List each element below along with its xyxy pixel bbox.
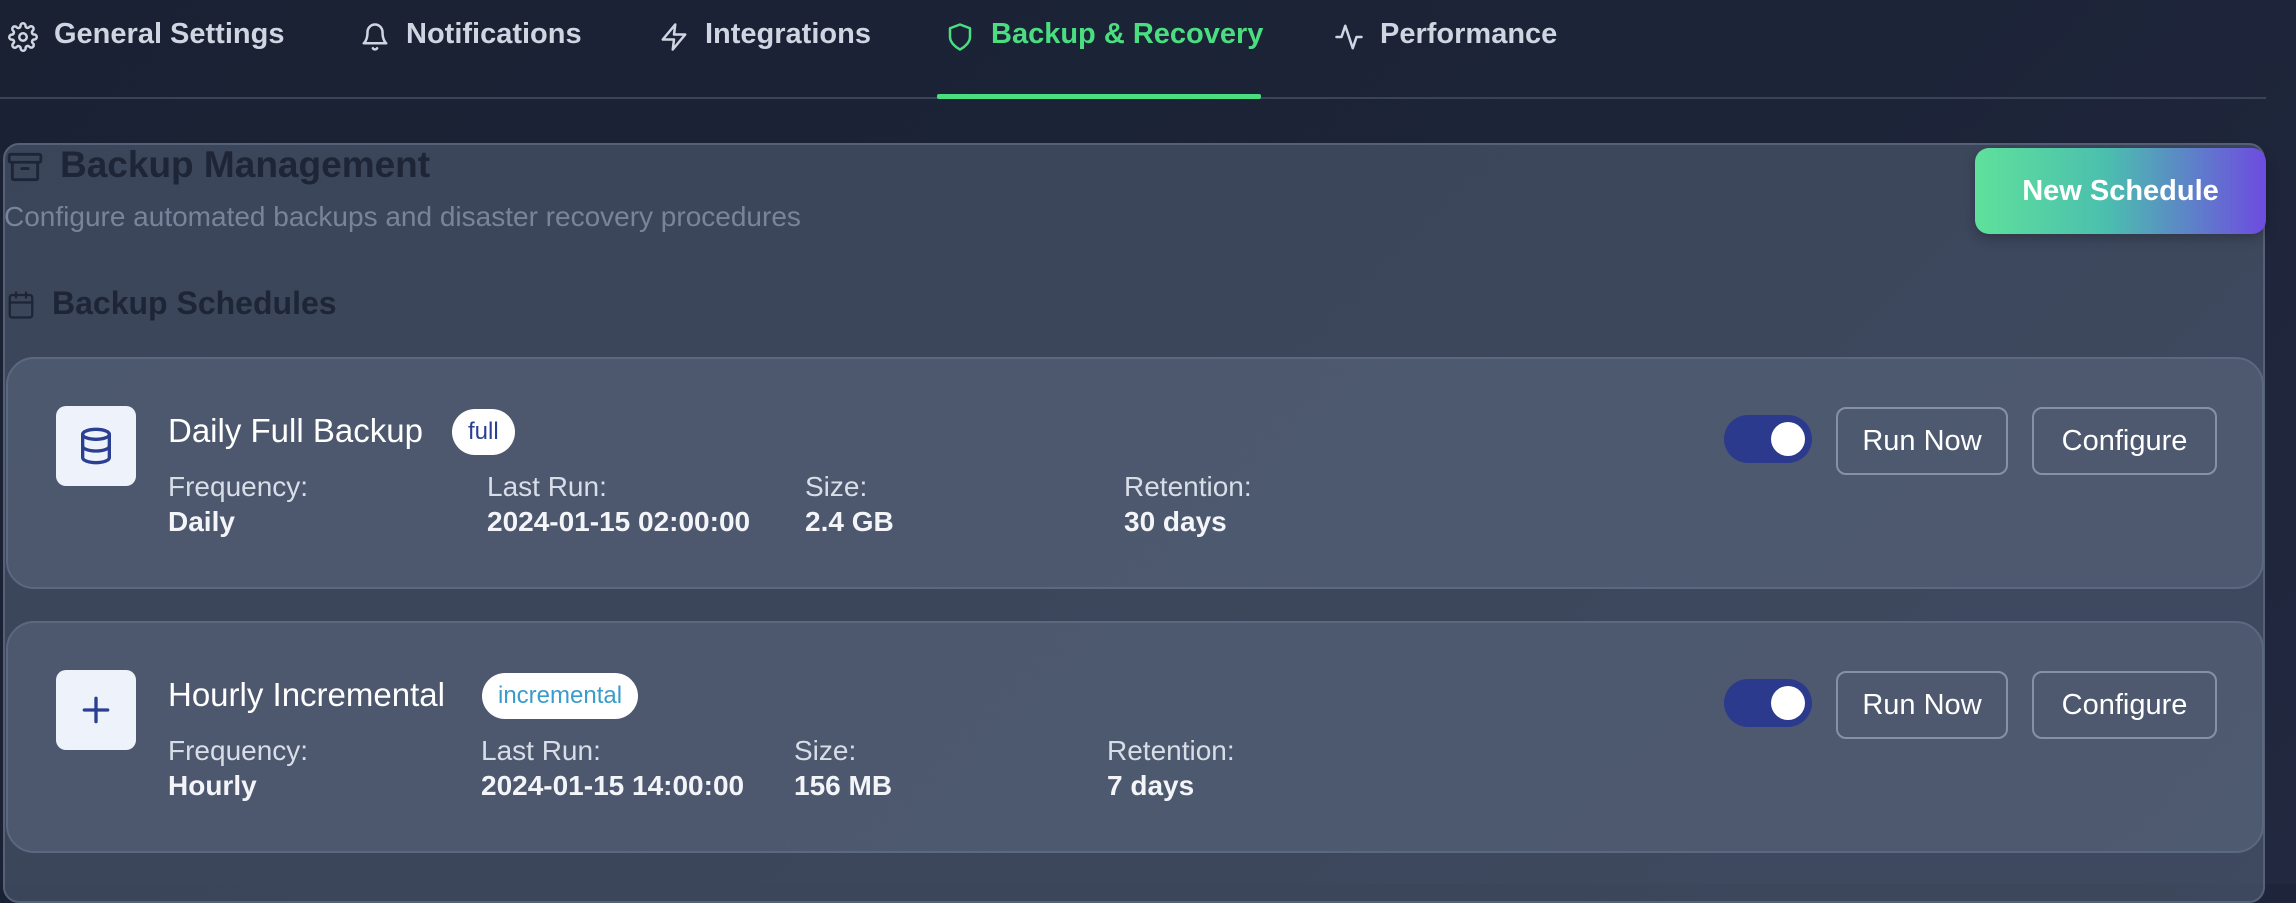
tab-label: General Settings xyxy=(54,18,285,50)
schedule-card-daily-full: Daily Full Backup full Frequency: Daily … xyxy=(6,357,2264,589)
archive-icon xyxy=(6,148,44,186)
last-run-label: Last Run: xyxy=(481,735,601,766)
tab-label: Integrations xyxy=(705,18,871,50)
tab-label: Performance xyxy=(1380,18,1558,50)
retention-value: 7 days xyxy=(1107,770,1195,801)
toggle-knob xyxy=(1771,686,1805,720)
size-value: 156 MB xyxy=(794,770,893,801)
active-tab-indicator xyxy=(937,94,1261,99)
settings-tabs: General Settings Notifications Integrati… xyxy=(0,0,2266,99)
database-icon xyxy=(56,406,136,486)
frequency-label: Frequency: xyxy=(168,735,309,766)
last-run-value: 2024-01-15 14:00:00 xyxy=(481,770,745,801)
frequency-value: Daily xyxy=(168,506,235,537)
tab-label: Backup & Recovery xyxy=(991,18,1264,50)
configure-button[interactable]: Configure xyxy=(2032,671,2217,739)
page-subtitle: Configure automated backups and disaster… xyxy=(4,201,801,232)
frequency-label: Frequency: xyxy=(168,471,309,502)
schedule-name: Hourly Incremental xyxy=(168,676,445,713)
retention-value: 30 days xyxy=(1124,506,1227,537)
backup-type-badge: full xyxy=(452,409,515,455)
plus-icon xyxy=(56,670,136,750)
new-schedule-button[interactable]: New Schedule xyxy=(1975,148,2266,234)
tab-general-settings[interactable]: General Settings xyxy=(8,0,284,97)
last-run-label: Last Run: xyxy=(487,471,607,502)
last-run-value: 2024-01-15 02:00:00 xyxy=(487,506,751,537)
size-label: Size: xyxy=(794,735,857,766)
toggle-knob xyxy=(1771,422,1805,456)
configure-button[interactable]: Configure xyxy=(2032,407,2217,475)
tab-notifications[interactable]: Notifications xyxy=(360,0,582,97)
shield-icon xyxy=(945,22,975,52)
schedule-name: Daily Full Backup xyxy=(168,412,423,449)
lightning-icon xyxy=(659,22,689,52)
schedule-enabled-toggle[interactable] xyxy=(1724,679,1812,727)
frequency-value: Hourly xyxy=(168,770,257,801)
page-title: Backup Management xyxy=(60,144,431,185)
tab-integrations[interactable]: Integrations xyxy=(659,0,871,97)
tab-label: Notifications xyxy=(406,18,582,50)
schedule-enabled-toggle[interactable] xyxy=(1724,415,1812,463)
backup-type-badge: incremental xyxy=(482,673,639,719)
schedule-card-hourly-incremental: Hourly Incremental incremental Frequency… xyxy=(6,621,2264,853)
section-title: Backup Schedules xyxy=(52,285,337,321)
retention-label: Retention: xyxy=(1124,471,1252,502)
size-value: 2.4 GB xyxy=(805,506,894,537)
calendar-icon xyxy=(6,290,36,320)
bell-icon xyxy=(360,22,390,52)
tab-backup-recovery[interactable]: Backup & Recovery xyxy=(937,0,1264,99)
size-label: Size: xyxy=(805,471,868,502)
run-now-button[interactable]: Run Now xyxy=(1836,671,2008,739)
activity-icon xyxy=(1334,22,1364,52)
retention-label: Retention: xyxy=(1107,735,1235,766)
gear-icon xyxy=(8,22,38,52)
run-now-button[interactable]: Run Now xyxy=(1836,407,2008,475)
tab-performance[interactable]: Performance xyxy=(1334,0,1557,97)
